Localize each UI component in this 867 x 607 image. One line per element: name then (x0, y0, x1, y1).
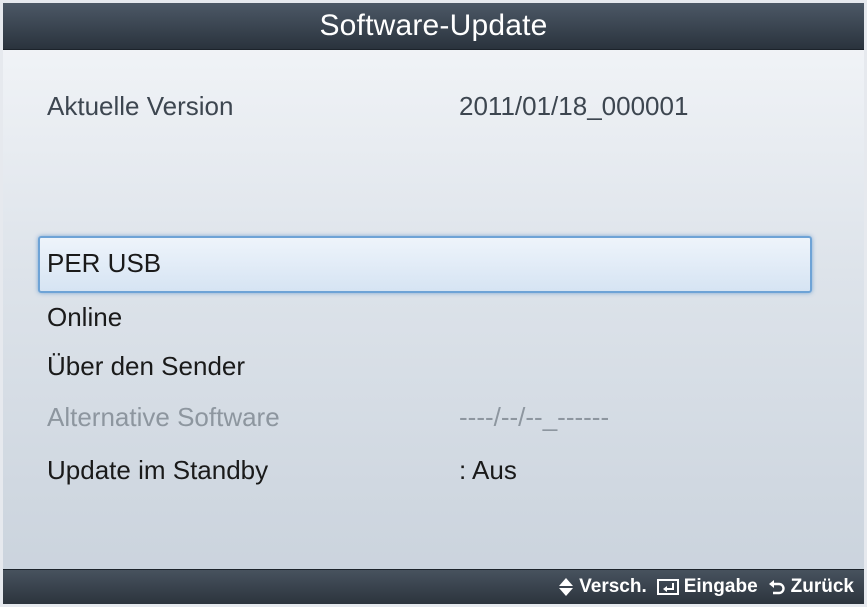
hint-move: Versch. (558, 576, 647, 598)
up-down-arrows-icon (558, 577, 574, 597)
software-update-dialog: Software-Update Aktuelle Version 2011/01… (0, 0, 867, 607)
menu-item-label: Update im Standby (47, 455, 269, 485)
return-icon (768, 578, 786, 596)
hint-enter: Eingabe (656, 576, 758, 598)
hint-move-label: Versch. (579, 576, 647, 597)
footer-hint-bar: Versch. Eingabe Zurück (3, 569, 864, 604)
alternative-software-value: ----/--/--_------ (459, 402, 610, 432)
hint-back: Zurück (768, 576, 854, 598)
menu-item-label: Alternative Software (47, 402, 280, 432)
hint-enter-label: Eingabe (683, 576, 758, 597)
current-version-label: Aktuelle Version (47, 91, 234, 121)
menu-item-label: PER USB (47, 248, 162, 278)
current-version-value: 2011/01/18_000001 (459, 91, 689, 121)
dialog-title: Software-Update (319, 9, 548, 42)
menu-item-label: Über den Sender (47, 351, 246, 381)
hint-back-label: Zurück (790, 576, 854, 597)
menu-item-label: Online (47, 302, 123, 332)
title-bar: Software-Update (3, 3, 864, 50)
update-standby-value: : Aus (459, 455, 517, 485)
enter-icon (656, 578, 679, 596)
